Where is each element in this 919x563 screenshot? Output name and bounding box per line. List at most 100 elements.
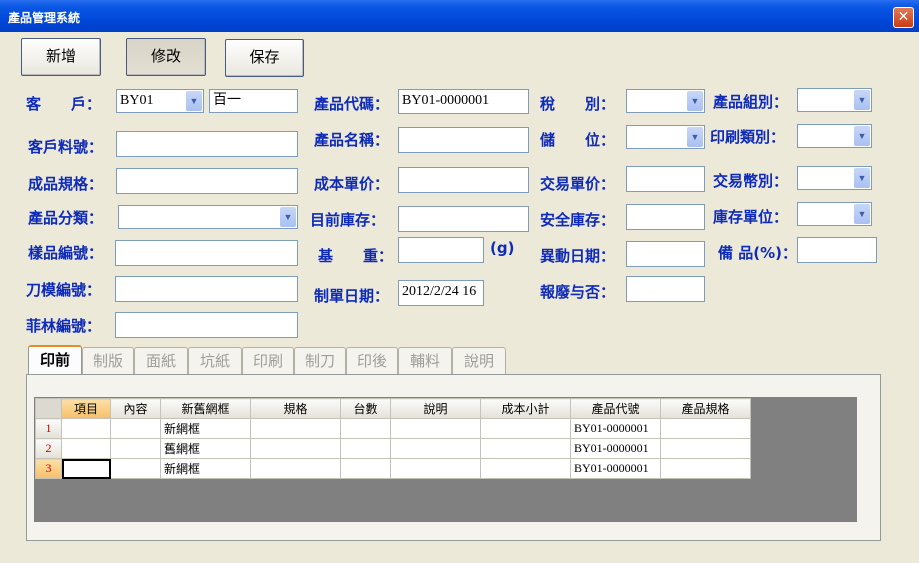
grid-cell[interactable]: 新網框 [160, 418, 251, 439]
product-category-label: 產品分類： [28, 209, 104, 227]
chevron-down-icon[interactable]: ▼ [687, 91, 703, 111]
row-number[interactable]: 2 [35, 438, 62, 459]
tab-notes[interactable]: 說明 [452, 347, 506, 374]
stock-unit-select[interactable]: ▼ [797, 202, 872, 226]
column-header[interactable]: 產品代號 [570, 398, 661, 419]
grid-cell[interactable] [390, 418, 481, 439]
grid-cell[interactable] [250, 458, 341, 479]
column-header[interactable]: 項目 [61, 398, 111, 419]
print-type-select[interactable]: ▼ [797, 124, 872, 148]
grid-cell[interactable]: BY01-0000001 [570, 458, 661, 479]
tab-printing[interactable]: 印刷 [242, 347, 294, 374]
die-no-field[interactable] [115, 276, 298, 302]
row-number[interactable]: 3 [35, 458, 62, 479]
product-name-field[interactable] [398, 127, 529, 153]
save-button[interactable]: 保存 [225, 39, 304, 77]
chevron-down-icon[interactable]: ▼ [186, 91, 202, 111]
grid-cell[interactable] [660, 418, 751, 439]
chevron-down-icon[interactable]: ▼ [687, 127, 703, 147]
column-header[interactable]: 產品規格 [660, 398, 751, 419]
trade-currency-select[interactable]: ▼ [797, 166, 872, 190]
chevron-down-icon[interactable]: ▼ [280, 207, 296, 227]
unit-cost-field[interactable] [398, 167, 529, 193]
tab-prepress[interactable]: 印前 [28, 345, 82, 377]
grid-cell[interactable] [660, 438, 751, 459]
unit-cost-label: 成本單价： [314, 175, 390, 193]
grid-cell[interactable] [110, 458, 161, 479]
grid-cell[interactable] [390, 438, 481, 459]
weight-unit-label: (g) [490, 239, 515, 257]
customer-name-field[interactable]: 百一 [209, 89, 298, 113]
table-row[interactable]: 2 舊網框 BY01-0000001 [35, 438, 751, 459]
sample-no-field[interactable] [115, 240, 298, 266]
grid-cell[interactable] [390, 458, 481, 479]
grid-cell[interactable] [61, 438, 111, 459]
main-window: 產品管理系統 ✕ 新增 修改 保存 客 戶： BY01 ▼ 百一 客戶料號： 成… [0, 0, 919, 563]
tab-face-paper[interactable]: 面紙 [134, 347, 188, 374]
grid-cell[interactable] [340, 458, 391, 479]
product-group-label: 產品組別： [713, 93, 789, 111]
product-group-select[interactable]: ▼ [797, 88, 872, 112]
current-stock-field[interactable] [398, 206, 529, 232]
tax-select[interactable]: ▼ [626, 89, 705, 113]
chevron-down-icon[interactable]: ▼ [854, 126, 870, 146]
finished-spec-field[interactable] [116, 168, 298, 194]
grid-cell[interactable] [61, 418, 111, 439]
grid-cell[interactable] [250, 418, 341, 439]
grid-header-row: 項目 內容 新舊網框 規格 台數 說明 成本小計 產品代號 產品規格 [35, 398, 751, 419]
customer-item-no-field[interactable] [116, 131, 298, 157]
scrapped-field[interactable] [626, 276, 705, 302]
change-date-label: 異動日期： [540, 247, 616, 265]
column-header[interactable]: 內容 [110, 398, 161, 419]
grid-cell[interactable]: BY01-0000001 [570, 418, 661, 439]
created-date-field[interactable]: 2012/2/24 16 [398, 280, 484, 306]
table-row[interactable]: 3 新網框 BY01-0000001 [35, 458, 751, 479]
die-no-label: 刀模編號： [26, 281, 102, 299]
grid-cell[interactable]: BY01-0000001 [570, 438, 661, 459]
grid-cell[interactable] [340, 418, 391, 439]
column-header[interactable]: 規格 [250, 398, 341, 419]
safety-stock-field[interactable] [626, 204, 705, 230]
grid-cell[interactable]: 舊網框 [160, 438, 251, 459]
chevron-down-icon[interactable]: ▼ [854, 204, 870, 224]
column-header[interactable]: 成本小計 [480, 398, 571, 419]
column-header[interactable]: 台數 [340, 398, 391, 419]
grid-cell[interactable]: 新網框 [160, 458, 251, 479]
grid-cell-current[interactable] [61, 458, 111, 479]
column-header[interactable]: 說明 [390, 398, 481, 419]
tab-materials[interactable]: 輔料 [398, 347, 452, 374]
change-date-field[interactable] [626, 241, 705, 267]
column-header[interactable]: 新舊網框 [160, 398, 251, 419]
tab-plate[interactable]: 制版 [82, 347, 134, 374]
grid-cell[interactable] [110, 418, 161, 439]
storage-select[interactable]: ▼ [626, 125, 705, 149]
customer-code-select[interactable]: BY01 ▼ [116, 89, 204, 113]
grid-corner[interactable] [35, 398, 62, 419]
tab-flute-paper[interactable]: 坑紙 [188, 347, 242, 374]
tab-post-press[interactable]: 印後 [346, 347, 398, 374]
table-row[interactable]: 1 新網框 BY01-0000001 [35, 418, 751, 439]
chevron-down-icon[interactable]: ▼ [854, 168, 870, 188]
grid-cell[interactable] [480, 418, 571, 439]
grid-cell[interactable] [480, 458, 571, 479]
chevron-down-icon[interactable]: ▼ [854, 90, 870, 110]
grid-cell[interactable] [480, 438, 571, 459]
trade-currency-label: 交易幣別： [713, 172, 789, 190]
close-icon[interactable]: ✕ [893, 7, 914, 28]
product-code-field[interactable]: BY01-0000001 [398, 89, 529, 114]
grid-cell[interactable] [660, 458, 751, 479]
items-grid[interactable]: 項目 內容 新舊網框 規格 台數 說明 成本小計 產品代號 產品規格 1 新網框… [35, 398, 751, 479]
product-category-select[interactable]: ▼ [118, 205, 298, 229]
basis-weight-field[interactable] [398, 237, 484, 263]
row-number[interactable]: 1 [35, 418, 62, 439]
trade-price-field[interactable] [626, 166, 705, 192]
grid-cell[interactable] [340, 438, 391, 459]
film-no-field[interactable] [115, 312, 298, 338]
edit-button[interactable]: 修改 [126, 38, 206, 76]
grid-cell[interactable] [110, 438, 161, 459]
spare-pct-field[interactable] [797, 237, 877, 263]
trade-price-label: 交易單价： [540, 175, 616, 193]
grid-cell[interactable] [250, 438, 341, 459]
tab-die-making[interactable]: 制刀 [294, 347, 346, 374]
new-button[interactable]: 新增 [21, 38, 101, 76]
